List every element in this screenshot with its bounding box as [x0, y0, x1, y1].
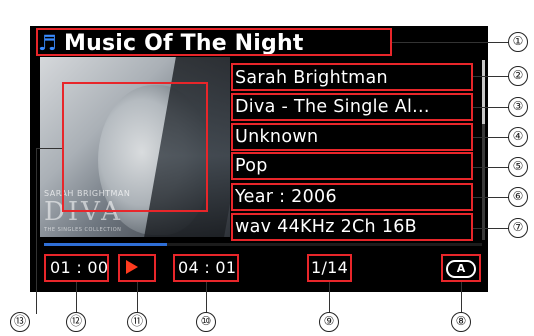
album-art-title: DIVA: [44, 197, 123, 227]
leader-line-13-h: [36, 148, 62, 149]
year-field: Year : 2006: [235, 187, 337, 207]
info-scrollbar[interactable]: [482, 60, 485, 240]
callout-3: ③: [508, 97, 528, 117]
format-field: wav 44KHz 2Ch 16B: [235, 217, 417, 237]
album-field: Diva - The Single Al...: [235, 97, 430, 117]
leader-line-12: [76, 282, 77, 314]
callout-8: ⑧: [451, 312, 471, 332]
leader-line-7: [473, 228, 510, 229]
leader-line-1: [392, 42, 510, 43]
album-art[interactable]: SARAH BRIGHTMAN DIVA THE SINGLES COLLECT…: [40, 57, 230, 237]
callout-13: ⑬: [10, 312, 30, 332]
leader-line-3: [473, 107, 510, 108]
callout-10: ⑩: [196, 312, 216, 332]
leader-line-8: [461, 282, 462, 314]
leader-line-9: [329, 282, 330, 314]
play-icon[interactable]: [126, 260, 138, 274]
leader-line-10: [206, 282, 207, 314]
elapsed-time: 01 : 00: [50, 258, 109, 277]
callout-1: ①: [508, 32, 528, 52]
progress-bar[interactable]: [44, 243, 482, 246]
progress-bar-fill: [44, 243, 167, 246]
leader-line-4: [473, 137, 510, 138]
repeat-all-icon[interactable]: A: [446, 260, 476, 278]
leader-line-13-v: [36, 148, 37, 314]
callout-12: ⑫: [66, 312, 86, 332]
leader-line-6: [473, 197, 510, 198]
callout-2: ②: [508, 66, 528, 86]
leader-line-11: [137, 282, 138, 314]
composer-field: Unknown: [235, 127, 319, 147]
info-scrollbar-thumb[interactable]: [482, 60, 485, 124]
callout-7: ⑦: [508, 218, 528, 238]
total-time: 04 : 01: [178, 258, 237, 277]
artist-field: Sarah Brightman: [235, 68, 388, 88]
leader-line-2: [473, 76, 510, 77]
title-row: ♬ Music Of The Night: [38, 30, 304, 56]
music-note-icon: ♬: [38, 31, 57, 55]
album-art-collection: THE SINGLES COLLECTION: [44, 227, 122, 233]
genre-field: Pop: [235, 156, 268, 176]
callout-9: ⑨: [319, 312, 339, 332]
callout-6: ⑥: [508, 187, 528, 207]
callout-11: ⑪: [127, 312, 147, 332]
callout-5: ⑤: [508, 157, 528, 177]
callout-4: ④: [508, 127, 528, 147]
leader-line-5: [473, 167, 510, 168]
song-title: Music Of The Night: [64, 30, 304, 56]
track-position: 1/14: [311, 258, 349, 277]
